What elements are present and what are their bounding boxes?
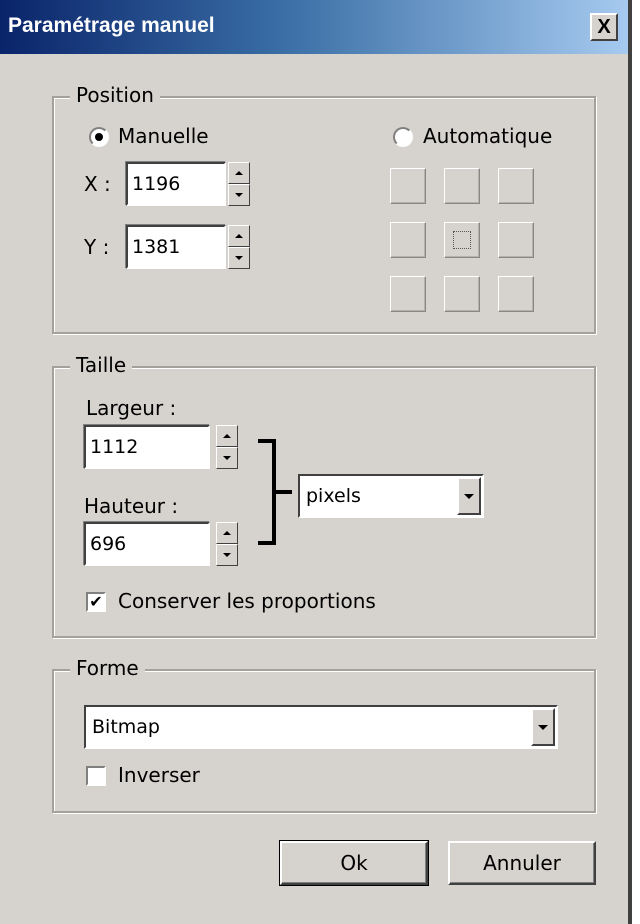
- ok-button[interactable]: Ok: [279, 840, 429, 886]
- spin-down-icon: [223, 456, 231, 460]
- shape-legend: Forme: [70, 656, 145, 680]
- width-spin-up[interactable]: [216, 425, 238, 447]
- settings-dialog: Paramétrage manuel X Position Manuelle A…: [0, 0, 632, 924]
- spin-up-icon: [223, 531, 231, 535]
- keep-ratio-label: Conserver les proportions: [118, 589, 376, 613]
- unit-value: pixels: [306, 485, 361, 507]
- dropdown-arrow-icon: [538, 724, 548, 730]
- y-spinner[interactable]: [228, 225, 250, 269]
- anchor-center[interactable]: [444, 222, 480, 258]
- automatic-radio[interactable]: [393, 127, 413, 147]
- radio-dot-icon: [95, 133, 103, 141]
- x-spin-up[interactable]: [228, 162, 250, 184]
- anchor-bottom-left[interactable]: [390, 276, 426, 312]
- y-spin-up[interactable]: [228, 225, 250, 247]
- y-input[interactable]: 1381: [126, 225, 226, 269]
- link-bracket: [258, 439, 276, 545]
- width-label: Largeur :: [86, 396, 177, 420]
- spin-down-icon: [235, 256, 243, 260]
- width-spinner[interactable]: [216, 425, 238, 469]
- x-label: X :: [84, 172, 111, 196]
- y-spin-down[interactable]: [228, 247, 250, 269]
- height-label: Hauteur :: [84, 494, 179, 518]
- anchor-top-left[interactable]: [390, 168, 426, 204]
- keep-ratio-checkbox[interactable]: ✔: [86, 592, 106, 612]
- height-spin-up[interactable]: [216, 522, 238, 544]
- shape-dropdown-button[interactable]: [531, 708, 555, 746]
- manual-radio[interactable]: [89, 127, 109, 147]
- x-spinner[interactable]: [228, 162, 250, 206]
- spin-up-icon: [223, 434, 231, 438]
- focus-rect: [453, 231, 471, 249]
- unit-dropdown-button[interactable]: [457, 477, 481, 515]
- spin-down-icon: [223, 553, 231, 557]
- spin-down-icon: [235, 193, 243, 197]
- height-spinner[interactable]: [216, 522, 238, 566]
- cancel-button[interactable]: Annuler: [448, 841, 596, 885]
- anchor-middle-left[interactable]: [390, 222, 426, 258]
- window-title: Paramétrage manuel: [8, 14, 215, 37]
- anchor-bottom-center[interactable]: [444, 276, 480, 312]
- anchor-top-center[interactable]: [444, 168, 480, 204]
- size-legend: Taille: [70, 353, 133, 377]
- spin-up-icon: [235, 171, 243, 175]
- y-label: Y :: [84, 235, 110, 259]
- anchor-bottom-right[interactable]: [498, 276, 534, 312]
- title-bar: Paramétrage manuel X: [0, 0, 628, 54]
- anchor-top-right[interactable]: [498, 168, 534, 204]
- position-legend: Position: [70, 83, 160, 107]
- shape-select[interactable]: Bitmap: [84, 705, 558, 749]
- link-bracket-tick: [276, 490, 292, 494]
- width-input[interactable]: 1112: [84, 425, 210, 469]
- height-spin-down[interactable]: [216, 544, 238, 566]
- spin-up-icon: [235, 234, 243, 238]
- manual-label: Manuelle: [118, 124, 209, 148]
- height-input[interactable]: 696: [84, 522, 210, 566]
- invert-label: Inverser: [118, 763, 200, 787]
- anchor-middle-right[interactable]: [498, 222, 534, 258]
- shape-value: Bitmap: [92, 716, 160, 738]
- invert-checkbox[interactable]: [86, 766, 106, 786]
- automatic-label: Automatique: [423, 124, 553, 148]
- x-spin-down[interactable]: [228, 184, 250, 206]
- close-icon: X: [597, 16, 611, 38]
- x-input[interactable]: 1196: [126, 162, 226, 206]
- dropdown-arrow-icon: [464, 493, 474, 499]
- unit-select[interactable]: pixels: [298, 474, 484, 518]
- width-spin-down[interactable]: [216, 447, 238, 469]
- close-button[interactable]: X: [590, 13, 618, 41]
- checkmark-icon: ✔: [89, 592, 103, 611]
